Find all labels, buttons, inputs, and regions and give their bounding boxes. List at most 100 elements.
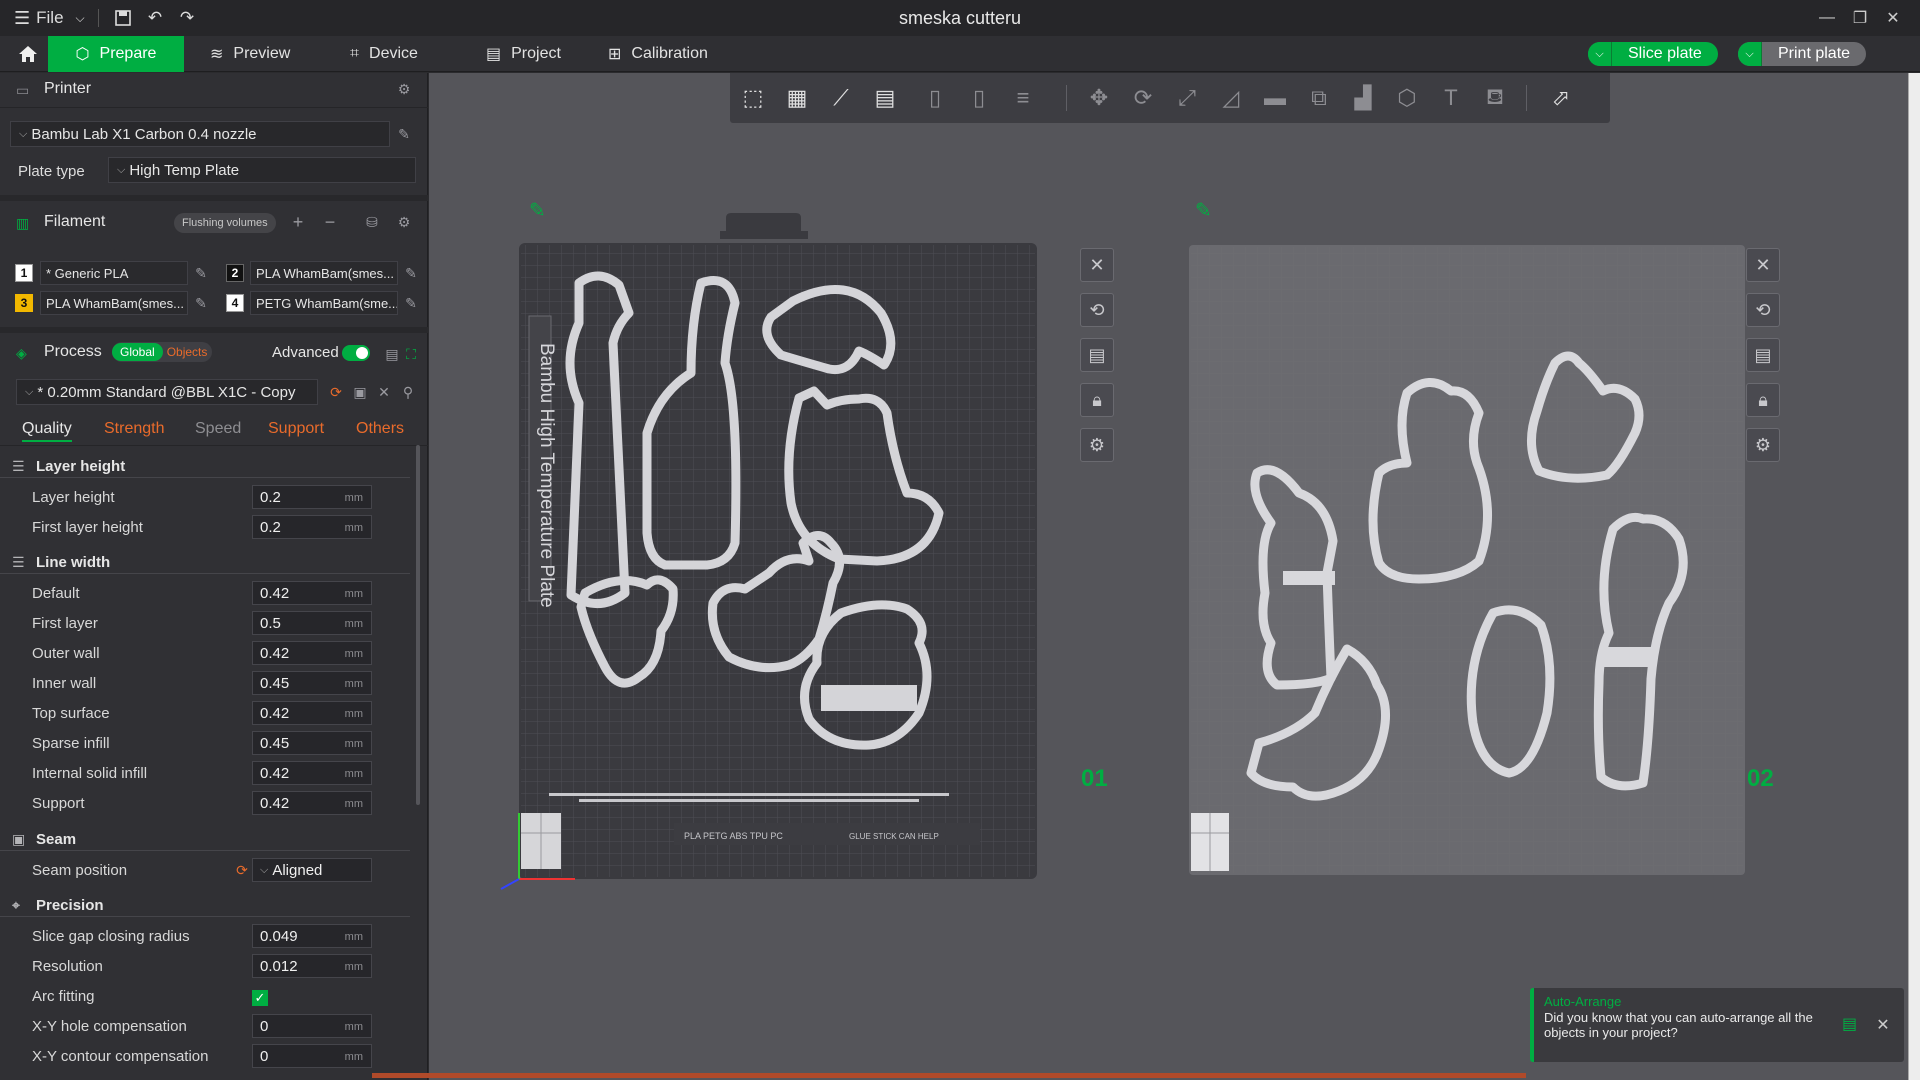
- compare-icon[interactable]: ⛶: [403, 346, 419, 362]
- inner-wall-input[interactable]: 0.45 mm: [252, 671, 372, 695]
- filament-slot-3[interactable]: 3: [15, 294, 33, 312]
- sparse-infill-input[interactable]: 0.45 mm: [252, 731, 372, 755]
- reset-icon[interactable]: ⟳: [234, 862, 250, 878]
- close-icon[interactable]: ✕: [1876, 0, 1910, 36]
- tab-others[interactable]: Others: [356, 420, 404, 438]
- auto-orient-plate-1-icon[interactable]: ⟲: [1080, 293, 1114, 327]
- global-toggle-option[interactable]: Global: [112, 343, 163, 361]
- minimize-icon[interactable]: —: [1810, 0, 1844, 36]
- edit-icon[interactable]: ✎: [403, 295, 419, 311]
- tab-support[interactable]: Support: [268, 420, 324, 438]
- lock-plate-2-icon[interactable]: 🔒︎: [1746, 383, 1780, 417]
- filament-name-1[interactable]: * Generic PLA: [40, 261, 188, 285]
- edit-icon[interactable]: ✎: [193, 265, 209, 281]
- tab-strength[interactable]: Strength: [104, 420, 164, 438]
- xy-contour-compensation-input[interactable]: 0 mm: [252, 1044, 372, 1068]
- process-preset-select[interactable]: ⌵ * 0.20mm Standard @BBL X1C - Copy: [16, 379, 318, 405]
- gear-icon[interactable]: ⚙: [396, 81, 412, 97]
- document-icon[interactable]: ▤: [1842, 1014, 1860, 1036]
- lay-on-face-icon[interactable]: ◿: [1212, 80, 1250, 116]
- tab-preview[interactable]: ≋ Preview: [196, 36, 304, 72]
- split-parts-icon[interactable]: ▯: [960, 80, 998, 116]
- tab-speed[interactable]: Speed: [195, 420, 241, 438]
- undo-icon[interactable]: ↶: [144, 0, 166, 36]
- layer-height-input[interactable]: 0.2 mm: [252, 485, 372, 509]
- slice-gap-closing-radius-input[interactable]: 0.049 mm: [252, 924, 372, 948]
- plate-2[interactable]: [1189, 245, 1745, 875]
- layers-editing-icon[interactable]: ≡: [1004, 80, 1042, 116]
- redo-icon[interactable]: ↷: [176, 0, 198, 36]
- assembly-view-icon[interactable]: ⬀: [1542, 80, 1580, 116]
- auto-orient-plate-2-icon[interactable]: ⟲: [1746, 293, 1780, 327]
- default-line-width-input[interactable]: 0.42 mm: [252, 581, 372, 605]
- arrange-icon[interactable]: ▤: [866, 80, 904, 116]
- cut-icon[interactable]: ▬: [1256, 80, 1294, 116]
- tab-quality[interactable]: Quality: [22, 420, 72, 442]
- printer-select[interactable]: ⌵ Bambu Lab X1 Carbon 0.4 nozzle: [10, 121, 390, 147]
- lock-plate-1-icon[interactable]: 🔒︎: [1080, 383, 1114, 417]
- sync-icon[interactable]: ⛁: [364, 214, 380, 230]
- arc-fitting-checkbox[interactable]: ✓: [252, 990, 268, 1006]
- add-icon[interactable]: +: [290, 212, 306, 232]
- delete-plate-1-icon[interactable]: ✕: [1080, 248, 1114, 282]
- split-objects-icon[interactable]: ▯: [916, 80, 954, 116]
- mesh-boolean-icon[interactable]: ⧉: [1300, 80, 1338, 116]
- filament-name-4[interactable]: PETG WhamBam(sme...: [250, 291, 398, 315]
- first-layer-line-width-input[interactable]: 0.5 mm: [252, 611, 372, 635]
- rotate-icon[interactable]: ⟳: [1124, 80, 1162, 116]
- plate-type-select[interactable]: ⌵ High Temp Plate: [108, 157, 416, 183]
- filament-slot-1[interactable]: 1: [15, 264, 33, 282]
- edit-icon[interactable]: ✎: [396, 126, 412, 142]
- advanced-toggle[interactable]: [342, 345, 370, 361]
- tab-calibration[interactable]: ⊞ Calibration: [594, 36, 722, 72]
- maximize-icon[interactable]: ❐: [1843, 0, 1877, 36]
- close-icon[interactable]: ✕: [1872, 1014, 1894, 1036]
- support-line-width-input[interactable]: 0.42 mm: [252, 791, 372, 815]
- gear-icon[interactable]: ⚙: [396, 214, 412, 230]
- internal-solid-infill-input[interactable]: 0.42 mm: [252, 761, 372, 785]
- edit-icon[interactable]: ✎: [193, 295, 209, 311]
- edit-plate-1-icon[interactable]: ✎: [529, 198, 546, 223]
- save-icon[interactable]: [112, 0, 134, 36]
- chevron-down-icon[interactable]: ⌵: [1738, 42, 1762, 66]
- move-icon[interactable]: ✥: [1080, 80, 1118, 116]
- support-paint-icon[interactable]: ▟: [1344, 80, 1382, 116]
- add-object-icon[interactable]: ⬚: [734, 80, 772, 116]
- auto-orient-icon[interactable]: ⟋: [822, 80, 860, 116]
- slice-plate-button[interactable]: ⌵ Slice plate: [1588, 42, 1718, 66]
- search-icon[interactable]: ⚲: [400, 384, 416, 400]
- print-plate-button[interactable]: ⌵ Print plate: [1738, 42, 1867, 66]
- menu-dropdown-icon[interactable]: ⌵: [70, 0, 90, 36]
- edit-icon[interactable]: ✎: [403, 265, 419, 281]
- edit-plate-2-icon[interactable]: ✎: [1195, 198, 1212, 223]
- arrange-plate-1-icon[interactable]: ▤: [1080, 338, 1114, 372]
- global-objects-toggle[interactable]: Global Objects: [112, 342, 212, 362]
- objects-toggle-option[interactable]: Objects: [163, 345, 208, 359]
- filament-name-3[interactable]: PLA WhamBam(smes...: [40, 291, 188, 315]
- remove-icon[interactable]: −: [322, 212, 338, 232]
- tab-project[interactable]: ▤ Project: [472, 36, 575, 72]
- settings-plate-2-icon[interactable]: ⚙: [1746, 428, 1780, 462]
- text-icon[interactable]: T: [1432, 80, 1470, 116]
- first-layer-height-input[interactable]: 0.2 mm: [252, 515, 372, 539]
- flushing-volumes-button[interactable]: Flushing volumes: [174, 213, 276, 233]
- close-icon[interactable]: ✕: [376, 384, 392, 400]
- arrange-plate-2-icon[interactable]: ▤: [1746, 338, 1780, 372]
- outer-wall-input[interactable]: 0.42 mm: [252, 641, 372, 665]
- resolution-input[interactable]: 0.012 mm: [252, 954, 372, 978]
- tab-device[interactable]: ⌗ Device: [336, 36, 432, 72]
- settings-plate-1-icon[interactable]: ⚙: [1080, 428, 1114, 462]
- seam-position-select[interactable]: ⌵ Aligned: [252, 858, 372, 882]
- scale-icon[interactable]: ⤢: [1168, 80, 1206, 116]
- filament-slot-2[interactable]: 2: [226, 264, 244, 282]
- sidebar-scrollbar[interactable]: [416, 445, 420, 805]
- chevron-down-icon[interactable]: ⌵: [1588, 42, 1612, 66]
- tab-prepare[interactable]: ⬡ Prepare: [48, 36, 184, 72]
- delete-plate-2-icon[interactable]: ✕: [1746, 248, 1780, 282]
- list-icon[interactable]: ▤: [384, 346, 400, 362]
- filament-name-2[interactable]: PLA WhamBam(smes...: [250, 261, 398, 285]
- seam-paint-icon[interactable]: ⬡: [1388, 80, 1426, 116]
- plate-1[interactable]: Bambu High Temperature Plate PLA PETG AB…: [500, 213, 1037, 890]
- xy-hole-compensation-input[interactable]: 0 mm: [252, 1014, 372, 1038]
- filament-slot-4[interactable]: 4: [226, 294, 244, 312]
